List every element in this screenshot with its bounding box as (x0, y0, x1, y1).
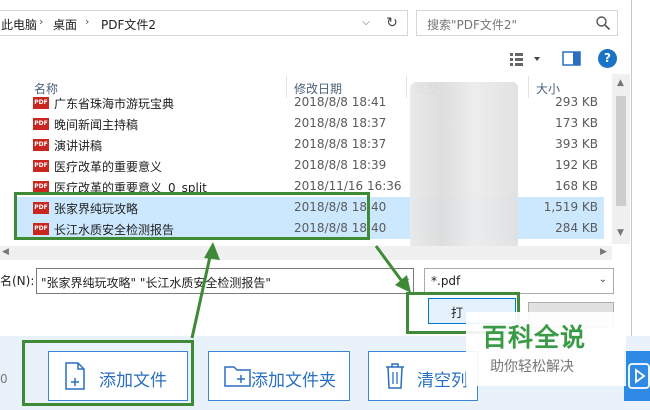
watermark-subtitle: 助你轻松解决 (490, 359, 574, 375)
watermark-title: 百科全说 (482, 323, 587, 352)
watermark: 百科全说 助你轻松解决 (466, 312, 626, 386)
